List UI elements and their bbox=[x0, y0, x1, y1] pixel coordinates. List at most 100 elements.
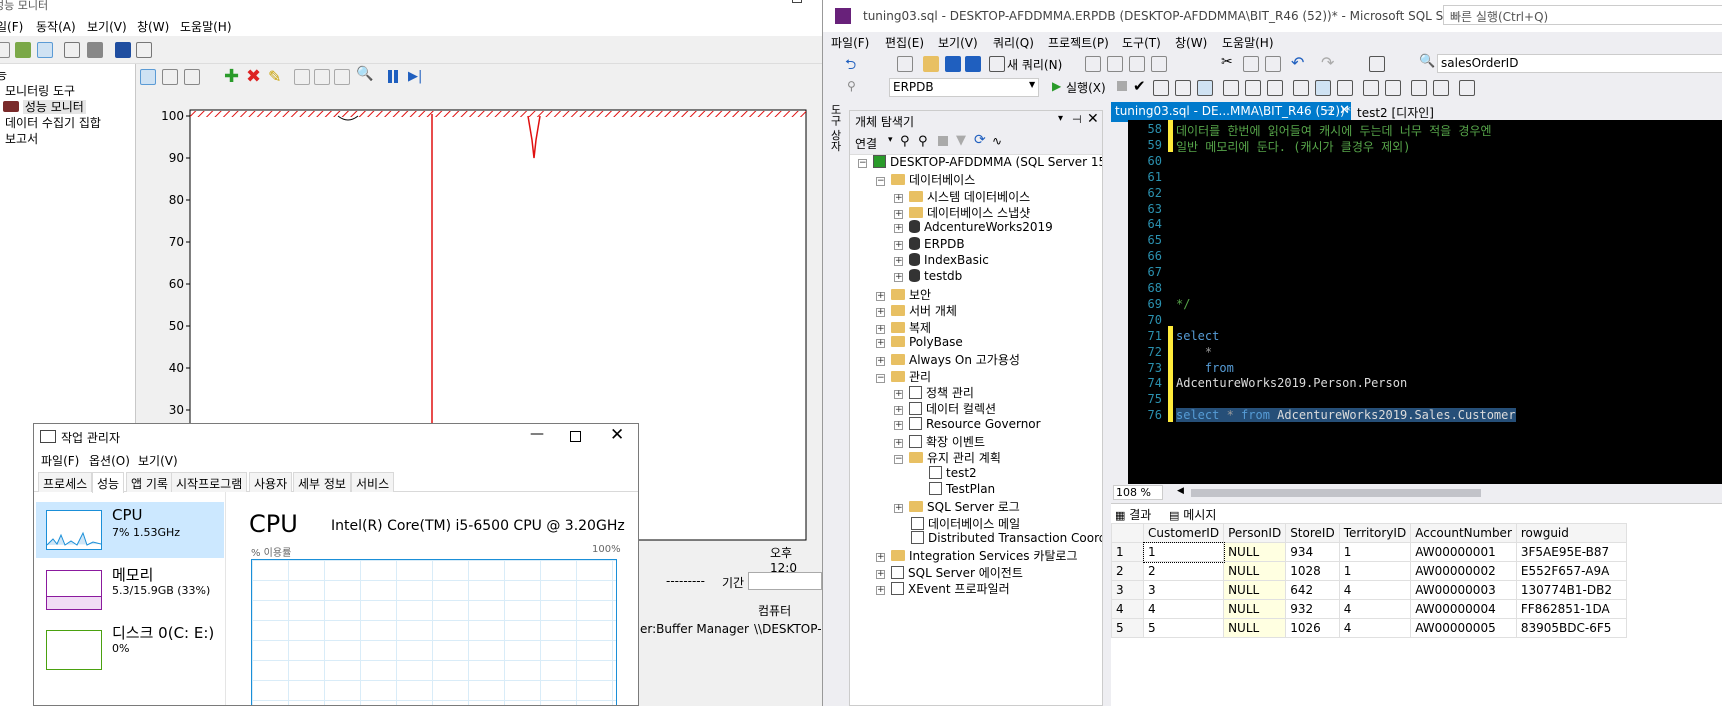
horizontal-scrollbar[interactable] bbox=[1191, 489, 1481, 497]
copy-properties-icon[interactable] bbox=[294, 69, 310, 85]
expand-icon[interactable]: + bbox=[894, 240, 903, 250]
tab-results[interactable]: ▦ 결과 bbox=[1115, 506, 1151, 523]
new-project-icon[interactable] bbox=[897, 56, 913, 72]
tree-node[interactable]: + ERPDB bbox=[894, 236, 965, 253]
tree-reports[interactable]: 보고서 bbox=[5, 130, 38, 147]
tree-node[interactable]: + AdcentureWorks2019 bbox=[894, 220, 1053, 236]
dmx-query-icon[interactable] bbox=[1107, 56, 1123, 72]
tree-node[interactable]: + SQL Server 에이전트 bbox=[876, 564, 1023, 580]
expand-icon[interactable]: + bbox=[876, 291, 885, 301]
tree-node[interactable]: + 정책 관리 bbox=[894, 384, 974, 400]
maximize-icon[interactable] bbox=[570, 431, 581, 442]
pause-icon[interactable] bbox=[388, 70, 392, 83]
table-cell[interactable]: 1 bbox=[1338, 561, 1412, 581]
disconnect-icon[interactable]: ⚲ bbox=[918, 134, 928, 149]
minimize-icon[interactable]: — bbox=[530, 426, 544, 442]
table-cell[interactable]: FF862851-1DA bbox=[1515, 599, 1627, 619]
table-cell[interactable]: 1 bbox=[1338, 542, 1412, 562]
resource-cpu[interactable]: CPU 7% 1.53GHz bbox=[36, 502, 224, 558]
expand-icon[interactable]: + bbox=[876, 569, 885, 579]
menu-query[interactable]: 쿼리(Q) bbox=[993, 34, 1034, 51]
tab-test2-design[interactable]: test2 [디자인] bbox=[1357, 104, 1434, 121]
parse-icon[interactable]: ✔ bbox=[1133, 77, 1146, 95]
tree-root[interactable]: 능 bbox=[0, 66, 7, 83]
redo-icon[interactable]: ↷ bbox=[1321, 53, 1334, 72]
menu-tools[interactable]: 도구(T) bbox=[1122, 34, 1161, 51]
properties-icon[interactable] bbox=[64, 42, 80, 58]
scroll-left-icon[interactable]: ◀ bbox=[1177, 486, 1184, 496]
copy-icon[interactable] bbox=[1243, 56, 1259, 72]
table-cell[interactable]: 934 bbox=[1285, 542, 1340, 562]
cancel-query-icon[interactable] bbox=[1117, 81, 1127, 91]
expand-icon[interactable]: + bbox=[894, 257, 903, 267]
tree-node[interactable]: + Always On 고가용성 bbox=[876, 351, 1020, 367]
tab-details[interactable]: 세부 정보 bbox=[293, 472, 351, 492]
tree-node[interactable]: + 서버 개체 bbox=[876, 302, 957, 318]
table-cell[interactable]: 1026 bbox=[1285, 618, 1340, 638]
table-cell[interactable]: NULL bbox=[1223, 599, 1287, 619]
sql-code-editor[interactable]: 58 데이터를 한번에 읽어들여 캐시에 두는데 너무 적을 경우엔 59 일반 메모… bbox=[1128, 120, 1722, 484]
toolbox-sidebar[interactable]: 도구 상자 bbox=[823, 104, 847, 706]
pin-icon[interactable]: ⊣ bbox=[1323, 104, 1333, 117]
tree-node[interactable]: − 관리 bbox=[876, 368, 931, 384]
console-tree-icon[interactable] bbox=[37, 42, 53, 58]
tree-node[interactable]: + XEvent 프로파일러 bbox=[876, 580, 1010, 596]
code-line[interactable]: from bbox=[1176, 361, 1234, 375]
folder-up-icon[interactable] bbox=[15, 42, 31, 58]
table-cell[interactable]: NULL bbox=[1223, 542, 1287, 562]
save-icon[interactable] bbox=[945, 56, 961, 72]
menu-file[interactable]: 파일(F) bbox=[831, 34, 869, 51]
close-icon[interactable]: ✕ bbox=[610, 425, 624, 445]
tree-performance-monitor[interactable]: 성능 모니터 bbox=[3, 98, 86, 115]
tree-monitoring-tools[interactable]: 모니터링 도구 bbox=[5, 82, 75, 99]
table-cell[interactable]: AW00000005 bbox=[1410, 618, 1517, 638]
expand-icon[interactable]: + bbox=[894, 406, 903, 416]
menu-action[interactable]: 동작(A) bbox=[36, 18, 76, 35]
cut-icon[interactable]: ✂ bbox=[1221, 54, 1233, 70]
expand-icon[interactable]: + bbox=[894, 273, 903, 283]
table-cell[interactable]: 1 bbox=[1142, 541, 1225, 563]
tree-node[interactable]: + Integration Services 카탈로그 bbox=[876, 547, 1078, 563]
expand-icon[interactable]: + bbox=[876, 553, 885, 563]
open-file-icon[interactable] bbox=[923, 56, 939, 72]
include-plan-icon[interactable] bbox=[1223, 80, 1239, 96]
intellisense-icon[interactable] bbox=[1197, 80, 1213, 96]
table-cell[interactable]: 932 bbox=[1285, 599, 1340, 619]
column-header[interactable] bbox=[1111, 523, 1144, 543]
table-cell[interactable]: 130774B1-DB2 bbox=[1515, 580, 1627, 600]
tree-node[interactable]: + 데이터 컬렉션 bbox=[894, 400, 996, 416]
new-query-button[interactable]: 새 쿼리(N) bbox=[1007, 56, 1062, 73]
column-header[interactable]: StoreID bbox=[1285, 523, 1340, 543]
undo-icon[interactable]: ↶ bbox=[1291, 53, 1304, 72]
tree-data-collector-sets[interactable]: 데이터 수집기 집합 bbox=[5, 114, 101, 131]
tree-node[interactable]: + 확장 이벤트 bbox=[894, 433, 985, 449]
expand-icon[interactable]: + bbox=[894, 438, 903, 448]
table-cell[interactable]: E552F657-A9A bbox=[1515, 561, 1627, 581]
menu-help[interactable]: 도움말(H) bbox=[180, 18, 232, 35]
column-header[interactable]: TerritoryID bbox=[1338, 523, 1412, 543]
tree-node[interactable]: + PolyBase bbox=[876, 335, 963, 351]
table-cell[interactable]: AW00000001 bbox=[1410, 542, 1517, 562]
menu-help[interactable]: 도움말(H) bbox=[1222, 34, 1274, 51]
table-row[interactable]: 5 5 NULL 1026 4 AW00000005 83905BDC-6F5 bbox=[1111, 618, 1627, 638]
collapse-icon[interactable]: − bbox=[858, 159, 867, 168]
database-combo[interactable]: ERPDB bbox=[889, 78, 1039, 97]
tree-node[interactable]: − DESKTOP-AFDDMMA (SQL Server 15.0.20 bbox=[858, 155, 1102, 171]
stop-icon[interactable] bbox=[938, 136, 948, 146]
display-plan-icon[interactable] bbox=[1153, 80, 1169, 96]
expand-icon[interactable]: + bbox=[894, 504, 903, 514]
table-row[interactable]: 1 1 NULL 934 1 AW00000001 3F5AE95E-B87 bbox=[1111, 541, 1627, 563]
collapse-icon[interactable]: − bbox=[876, 177, 885, 187]
code-line[interactable]: 데이터를 한번에 읽어들여 캐시에 두는데 너무 적을 경우엔 bbox=[1176, 122, 1492, 139]
menu-window[interactable]: 창(W) bbox=[1175, 34, 1207, 51]
tree-node[interactable]: test2 bbox=[912, 465, 977, 482]
collapse-icon[interactable]: − bbox=[894, 455, 903, 465]
results-to-grid-icon[interactable] bbox=[1315, 80, 1331, 96]
increase-indent-icon[interactable] bbox=[1433, 80, 1449, 96]
table-cell[interactable]: AW00000004 bbox=[1410, 599, 1517, 619]
comment-icon[interactable] bbox=[1363, 80, 1379, 96]
zoom-icon[interactable]: 🔍 bbox=[356, 66, 373, 82]
expand-icon[interactable]: + bbox=[894, 420, 903, 430]
expand-icon[interactable]: + bbox=[894, 389, 903, 399]
code-line[interactable]: * bbox=[1176, 345, 1212, 359]
